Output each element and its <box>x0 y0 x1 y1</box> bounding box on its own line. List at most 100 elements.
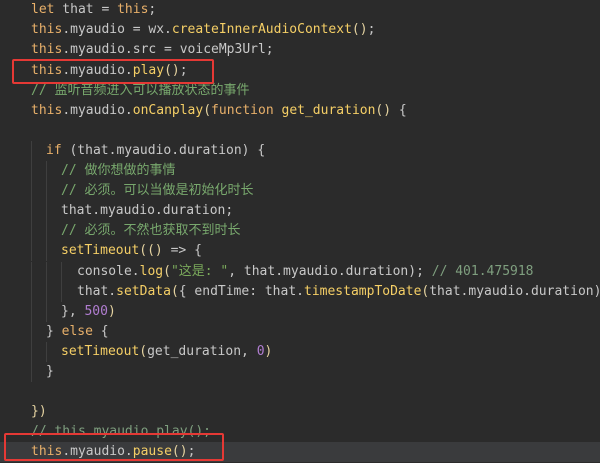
code-token: else <box>61 324 93 339</box>
code-line[interactable] <box>0 382 600 402</box>
code-line[interactable]: if (that.myaudio.duration) { <box>0 141 600 161</box>
code-token: { <box>391 103 407 118</box>
code-line[interactable]: // this.myaudio.play(); <box>0 422 600 442</box>
code-text: this.myaudio = wx.createInnerAudioContex… <box>31 20 375 40</box>
indent-guide <box>31 362 32 382</box>
code-token: get_duration <box>281 103 376 118</box>
code-token: this <box>31 42 63 57</box>
code-text: // 必须。不然也获取不到时长 <box>61 221 240 241</box>
code-token: 500 <box>84 304 108 319</box>
code-token: () <box>171 444 188 459</box>
code-text: that.setData({ endTime: that.timestampTo… <box>77 282 600 302</box>
indent-guide <box>46 302 47 322</box>
code-token: // 必须。不然也获取不到时长 <box>61 223 241 238</box>
code-token: // 监听音频进入可以播放状态的事件 <box>31 83 250 98</box>
indent-guide <box>46 241 47 261</box>
code-text: // 做你想做的事情 <box>61 161 175 181</box>
code-token: setTimeout <box>61 243 140 258</box>
code-token: that.myaudio.duration; <box>61 203 234 218</box>
code-token: that. <box>77 284 117 299</box>
code-line[interactable]: that.myaudio.duration; <box>0 201 600 221</box>
code-token: }) <box>31 404 47 419</box>
code-line[interactable]: }, 500) <box>0 302 600 322</box>
code-line[interactable]: that.setData({ endTime: that.timestampTo… <box>0 282 600 302</box>
code-token: .myaudio = wx. <box>62 22 172 37</box>
code-line[interactable]: setTimeout(get_duration, 0) <box>0 342 600 362</box>
indent-guide <box>31 342 32 362</box>
code-token: 0 <box>256 344 265 359</box>
code-line[interactable]: } else { <box>0 322 600 342</box>
code-token: () <box>351 22 368 37</box>
code-token: } <box>46 364 54 379</box>
code-line[interactable]: } <box>0 362 600 382</box>
code-token: that.myaudio.duration), <box>429 284 600 299</box>
code-token: play <box>132 63 165 78</box>
indent-guide <box>46 161 47 181</box>
code-token: timestampToDate <box>304 284 422 299</box>
code-token: ( <box>163 264 171 279</box>
indent-guide <box>46 221 47 241</box>
indent-guide <box>31 201 32 221</box>
code-token: { endTime: that. <box>178 284 304 299</box>
code-line[interactable]: this.myaudio.src = voiceMp3Url; <box>0 40 600 60</box>
indent-guide <box>46 342 47 362</box>
code-line[interactable]: }) <box>0 402 600 422</box>
code-token: () <box>164 63 180 78</box>
code-line[interactable]: this.myaudio.pause(); <box>0 442 600 462</box>
code-line[interactable]: this.myaudio.onCanplay(function get_dura… <box>0 101 600 121</box>
code-text: }) <box>31 402 47 422</box>
code-line[interactable]: setTimeout(() => { <box>0 241 600 261</box>
code-token: .myaudio.src = voiceMp3Url; <box>62 42 274 57</box>
code-text: }, 500) <box>61 302 116 322</box>
code-line[interactable]: // 做你想做的事情 <box>0 161 600 181</box>
indent-guide <box>46 181 47 201</box>
code-token: pause <box>132 444 172 459</box>
code-token: .myaudio. <box>62 444 133 459</box>
code-token: ; <box>187 444 196 459</box>
code-token: setTimeout <box>61 344 140 359</box>
indent-guide <box>61 282 62 302</box>
indent-guide <box>46 262 47 282</box>
code-line[interactable] <box>0 121 600 141</box>
code-token: // 必须。可以当做是初始化时长 <box>61 183 254 198</box>
code-text: that.myaudio.duration; <box>61 201 233 221</box>
code-token: }, <box>61 304 85 319</box>
code-editor[interactable]: let that = this; this.myaudio = wx.create… <box>0 0 600 463</box>
indent-guide <box>31 241 32 261</box>
code-token: () <box>375 103 392 118</box>
code-text: } <box>46 362 54 382</box>
code-token: this <box>31 63 63 78</box>
code-token: createInnerAudioContext <box>171 22 352 37</box>
code-line[interactable]: let that = this; <box>0 0 600 20</box>
indent-guide <box>31 282 32 302</box>
code-token: ( <box>170 284 179 299</box>
code-token: } <box>46 324 62 339</box>
code-token: // 做你想做的事情 <box>61 163 176 178</box>
code-text: setTimeout(get_duration, 0) <box>61 342 272 362</box>
code-text: console.log("这是: ", that.myaudio.duratio… <box>77 262 534 282</box>
code-token: ) <box>264 344 273 359</box>
code-text: this.myaudio.pause(); <box>31 442 195 462</box>
code-text: this.myaudio.play(); <box>31 61 188 81</box>
code-line[interactable]: this.myaudio = wx.createInnerAudioContex… <box>0 20 600 40</box>
code-token: let <box>31 2 55 17</box>
code-text: setTimeout(() => { <box>61 241 202 261</box>
code-line[interactable]: console.log("这是: ", that.myaudio.duratio… <box>0 262 600 282</box>
code-token: console. <box>77 264 140 279</box>
code-line[interactable]: // 必须。可以当做是初始化时长 <box>0 181 600 201</box>
indent-guide <box>31 322 32 342</box>
code-text: // 监听音频进入可以播放状态的事件 <box>31 81 249 101</box>
code-text: let that = this; <box>31 0 156 20</box>
code-line[interactable]: // 监听音频进入可以播放状态的事件 <box>0 81 600 101</box>
code-line[interactable]: this.myaudio.play(); <box>0 61 600 81</box>
code-line[interactable]: // 必须。不然也获取不到时长 <box>0 221 600 241</box>
indent-guide <box>46 201 47 221</box>
indent-guide <box>46 282 47 302</box>
code-token: ) <box>107 304 116 319</box>
code-token: () <box>147 243 163 258</box>
code-token: this <box>31 22 63 37</box>
indent-guide <box>31 221 32 241</box>
code-text: this.myaudio.onCanplay(function get_dura… <box>31 101 407 121</box>
code-token: // this.myaudio.play(); <box>31 424 212 439</box>
